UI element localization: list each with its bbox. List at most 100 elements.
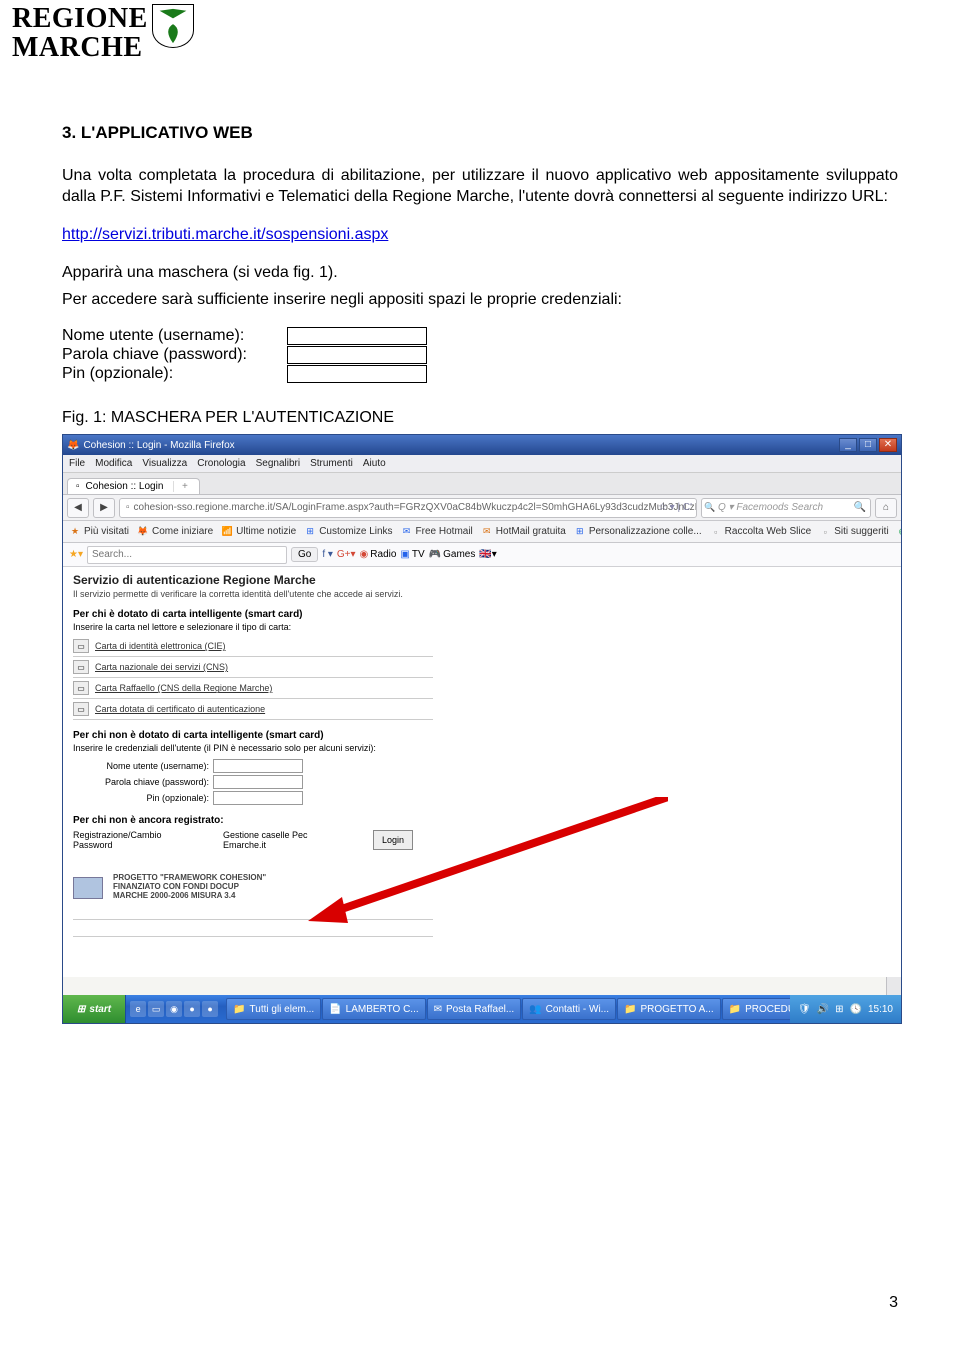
menu-bookmarks[interactable]: Segnalibri (256, 458, 300, 469)
paragraph-credentials: Per accedere sarà sufficiente inserire n… (62, 289, 898, 311)
reg-link[interactable]: Registrazione/Cambio Password (73, 830, 183, 850)
ql-app-icon[interactable]: ● (202, 1001, 218, 1017)
card-item[interactable]: ▭Carta di identità elettronica (CIE) (73, 636, 433, 657)
start-button[interactable]: ⊞ start (63, 995, 126, 1023)
rss-icon: 📶 (221, 526, 233, 538)
taskbar-items: 📁Tutti gli elem... 📄LAMBERTO C... ✉Posta… (222, 995, 790, 1023)
quick-launch: e ▭ ◉ ● ● (126, 995, 222, 1023)
credentials-block: Nome utente (username): Parola chiave (p… (62, 327, 898, 383)
search-placeholder: Q ▾ Facemoods Search (718, 502, 823, 513)
games-icon: 🎮 (429, 549, 441, 560)
username-input[interactable] (213, 759, 303, 773)
games-chip[interactable]: 🎮Games (429, 549, 476, 560)
document-body: 3. L'APPLICATIVO WEB Una volta completat… (0, 63, 960, 1025)
bm-siti[interactable]: ▫Siti suggeriti (819, 526, 888, 538)
bm-winmedia[interactable]: ◉Windows Media (897, 526, 902, 538)
ql-desktop-icon[interactable]: ▭ (148, 1001, 164, 1017)
taskbar-item[interactable]: 📁PROCEDURA ... (722, 998, 790, 1020)
minimize-button[interactable]: _ (839, 438, 857, 452)
bm-latest-news[interactable]: 📶Ultime notizie (221, 526, 296, 538)
header-line2: MARCHE (12, 33, 148, 62)
mail-icon: ✉ (434, 1004, 442, 1015)
card-icon: ▭ (73, 660, 89, 674)
search-field[interactable]: Q ▾ Facemoods Search 🔍 (701, 498, 871, 518)
bm-customize[interactable]: ⊞Customize Links (304, 526, 392, 538)
field-label-pin: Pin (opzionale): (73, 793, 209, 803)
win-icon: ⊞ (304, 526, 316, 538)
menu-view[interactable]: Visualizza (142, 458, 187, 469)
password-input[interactable] (213, 775, 303, 789)
menu-file[interactable]: File (69, 458, 85, 469)
forward-button[interactable]: ▶ (93, 498, 115, 518)
new-tab-button[interactable]: + (173, 481, 191, 492)
bm-free-hotmail[interactable]: ✉Free Hotmail (401, 526, 473, 538)
page-number: 3 (889, 1294, 898, 1312)
bm-getting-started[interactable]: 🦊Come iniziare (137, 526, 213, 538)
web-page: Servizio di autenticazione Regione March… (63, 567, 901, 977)
folder-icon: 📁 (624, 1004, 636, 1015)
taskbar-item[interactable]: 📁Tutti gli elem... (226, 998, 321, 1020)
tray-icon[interactable]: 🛡 (798, 1004, 811, 1015)
close-button[interactable]: ✕ (879, 438, 897, 452)
tray-icon[interactable]: ⊞ (835, 1004, 843, 1015)
card-item[interactable]: ▭Carta nazionale dei servizi (CNS) (73, 657, 433, 678)
bm-hotmail[interactable]: ✉HotMail gratuita (481, 526, 566, 538)
pec-link[interactable]: Gestione caselle Pec Emarche.it (223, 830, 333, 850)
go-button[interactable]: Go (291, 547, 318, 562)
cred-row-pin: Pin (opzionale): (62, 365, 898, 383)
star-icon[interactable]: ★▾ (69, 549, 83, 560)
contacts-icon: 👥 (529, 1004, 541, 1015)
card-item[interactable]: ▭Carta dotata di certificato di autentic… (73, 699, 433, 720)
ql-app-icon[interactable]: ● (184, 1001, 200, 1017)
section-heading: 3. L'APPLICATIVO WEB (62, 123, 898, 143)
pin-input[interactable] (213, 791, 303, 805)
cred-row-password: Parola chiave (password): (62, 346, 898, 364)
media-icon: ◉ (897, 526, 902, 538)
section-no-smartcard: Per chi non è dotato di carta intelligen… (73, 730, 373, 741)
search-go-icon[interactable]: 🔍 (854, 502, 866, 513)
menu-help[interactable]: Aiuto (363, 458, 386, 469)
card-icon: ▭ (73, 681, 89, 695)
bm-most-visited[interactable]: ★Più visitati (69, 526, 129, 538)
service-url-link[interactable]: http://servizi.tributi.marche.it/sospens… (62, 226, 388, 243)
ql-media-icon[interactable]: ◉ (166, 1001, 182, 1017)
tv-chip[interactable]: ▣TV (400, 549, 424, 560)
bm-pers[interactable]: ⊞Personalizzazione colle... (574, 526, 702, 538)
flag-chip[interactable]: 🇬🇧▾ (479, 549, 496, 560)
login-button[interactable]: Login (373, 830, 413, 850)
tray-icon[interactable]: 🕓 (850, 1004, 862, 1015)
tray-icon[interactable]: 🔊 (817, 1004, 829, 1015)
page-icon: ▫ (710, 526, 722, 538)
windows-taskbar: ⊞ start e ▭ ◉ ● ● 📁Tutti gli elem... 📄LA… (63, 995, 901, 1023)
card-item[interactable]: ▭Carta Raffaello (CNS della Regione Marc… (73, 678, 433, 699)
toolbar-search-input[interactable] (87, 546, 287, 564)
back-button[interactable]: ◀ (67, 498, 89, 518)
browser-tab[interactable]: ▫ Cohesion :: Login + (67, 478, 200, 494)
taskbar-item[interactable]: 👥Contatti - Wi... (522, 998, 616, 1020)
menu-tools[interactable]: Strumenti (310, 458, 353, 469)
radio-chip[interactable]: ◉Radio (360, 549, 397, 560)
fb-icon[interactable]: f ▾ (322, 549, 333, 560)
section-smartcard: Per chi è dotato di carta intelligente (… (73, 609, 891, 620)
browser-screenshot: 🦊 Cohesion :: Login - Mozilla Firefox _ … (62, 434, 902, 1024)
menu-edit[interactable]: Modifica (95, 458, 132, 469)
region-crest-icon (152, 4, 194, 48)
star-icon: ★ (69, 526, 81, 538)
paragraph-intro: Una volta completata la procedura di abi… (62, 165, 898, 208)
home-button[interactable]: ⌂ (875, 498, 897, 518)
menu-history[interactable]: Cronologia (197, 458, 245, 469)
taskbar-item[interactable]: 📁PROGETTO A... (617, 998, 721, 1020)
url-field[interactable]: ▫ cohesion-sso.regione.marche.it/SA/Logi… (119, 498, 697, 518)
card-icon: ▭ (73, 702, 89, 716)
bm-webslice[interactable]: ▫Raccolta Web Slice (710, 526, 812, 538)
taskbar-item[interactable]: 📄LAMBERTO C... (322, 998, 425, 1020)
taskbar-item[interactable]: ✉Posta Raffael... (427, 998, 522, 1020)
ql-ie-icon[interactable]: e (130, 1001, 146, 1017)
section-no-smartcard-note: Inserire le credenziali dell'utente (il … (73, 743, 413, 753)
maximize-button[interactable]: □ (859, 438, 877, 452)
mail-icon: ✉ (401, 526, 413, 538)
url-actions[interactable]: ☆ ▾ | C' (658, 502, 692, 513)
radio-icon: ◉ (360, 549, 369, 560)
page-favicon: ▫ (126, 502, 130, 513)
gplus-icon[interactable]: G+▾ (337, 549, 356, 560)
